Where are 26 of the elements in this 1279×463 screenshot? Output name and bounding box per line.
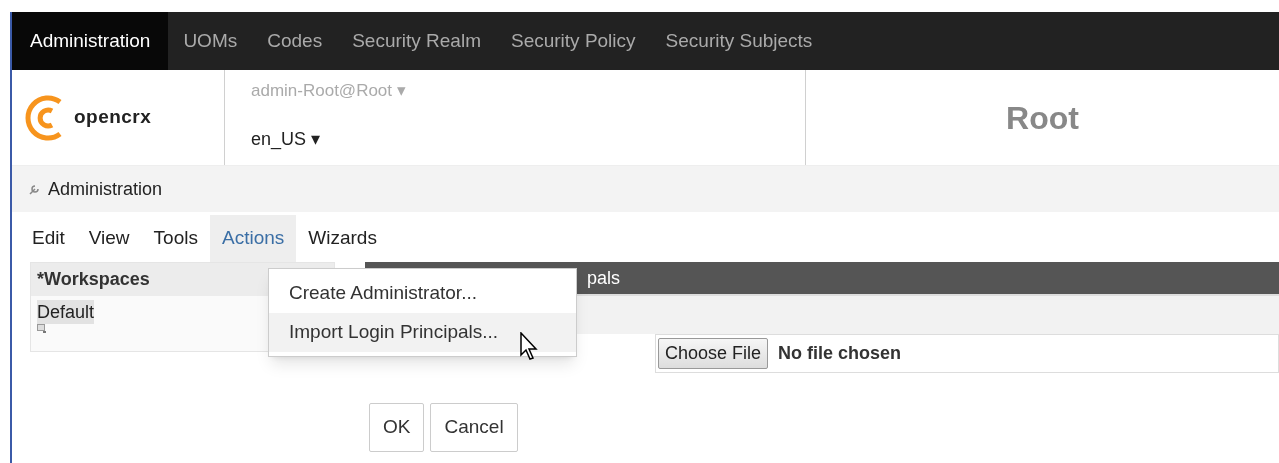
choose-file-button[interactable]: Choose File [658, 338, 769, 369]
menu-item[interactable]: View [76, 215, 142, 262]
breadcrumb: Administration [48, 177, 163, 201]
logo-text: opencrx [74, 105, 152, 130]
menu-item[interactable]: Wizards [296, 215, 389, 262]
dialog-title: pals [587, 266, 621, 290]
nav-tab[interactable]: UOMs [168, 12, 253, 70]
nav-tab[interactable]: Codes [252, 12, 338, 70]
nav-tab[interactable]: Administration [12, 12, 169, 70]
file-field[interactable]: Choose File No file chosen [655, 334, 1279, 373]
nav-tab[interactable]: Security Realm [337, 12, 496, 70]
file-status: No file chosen [778, 342, 902, 365]
dropdown-item[interactable]: Import Login Principals... [269, 312, 576, 352]
menu-item[interactable]: Tools [141, 215, 210, 262]
nav-tab[interactable]: Security Subjects [650, 12, 828, 70]
dialog-button[interactable]: Cancel [430, 403, 518, 452]
wrench-icon [28, 183, 40, 195]
segment-title: Root [1006, 98, 1079, 138]
page-icon [37, 324, 47, 334]
menu-item[interactable]: Edit [20, 215, 77, 262]
menu-item[interactable]: Actions [209, 215, 297, 262]
dropdown-item[interactable]: Create Administrator... [269, 273, 576, 313]
nav-tab[interactable]: Security Policy [495, 12, 651, 70]
locale-menu[interactable]: en_US ▾ [251, 125, 805, 153]
workspace-link[interactable]: Default [37, 300, 95, 324]
dialog-button[interactable]: OK [369, 403, 425, 452]
